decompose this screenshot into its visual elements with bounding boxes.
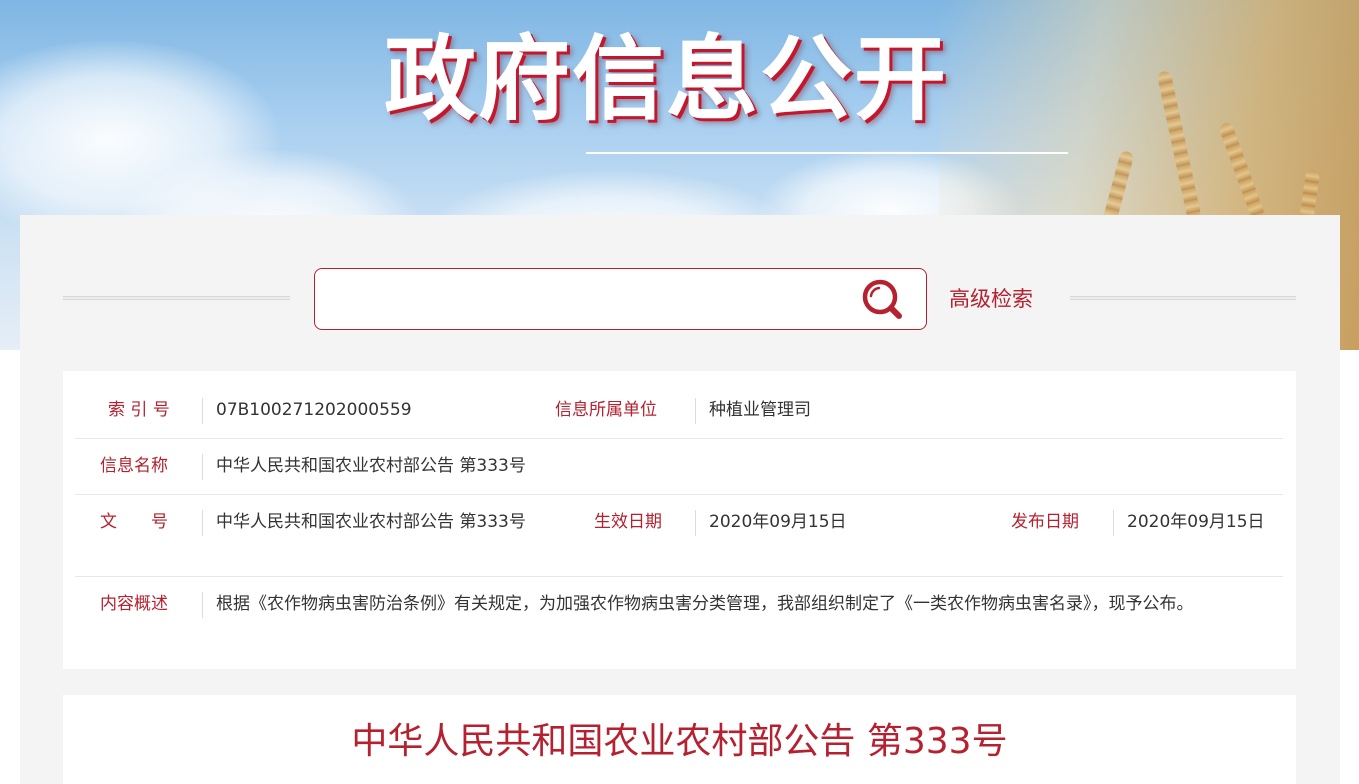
unit-label: 信息所属单位 [555, 400, 657, 420]
column-divider [202, 454, 203, 480]
search-divider-right [1070, 296, 1296, 300]
column-divider [202, 592, 203, 618]
summary-label: 内容概述 [100, 594, 168, 614]
summary-value: 根据《农作物病虫害防治条例》有关规定，为加强农作物病虫害分类管理，我部组织制定了… [216, 594, 1194, 614]
index-value: 07B100271202000559 [216, 400, 412, 420]
column-divider [1113, 510, 1114, 536]
unit-value: 种植业管理司 [709, 400, 811, 420]
search-divider-left [63, 296, 290, 300]
row-divider [75, 494, 1283, 495]
column-divider [695, 398, 696, 424]
effective-date-label: 生效日期 [594, 512, 662, 532]
column-divider [202, 510, 203, 536]
index-label: 索 引 号 [108, 400, 170, 420]
banner-title: 政府信息公开 [384, 26, 949, 133]
column-divider [202, 398, 203, 424]
doc-number-label: 文 号 [100, 512, 168, 532]
row-divider [75, 576, 1283, 577]
article-title: 中华人民共和国农业农村部公告 第333号 [351, 721, 1008, 762]
publish-date-label: 发布日期 [1011, 512, 1079, 532]
search-icon[interactable] [859, 277, 905, 323]
row-divider [75, 438, 1283, 439]
advanced-search-link[interactable]: 高级检索 [949, 284, 1033, 314]
name-value: 中华人民共和国农业农村部公告 第333号 [216, 456, 526, 476]
name-label: 信息名称 [100, 456, 168, 476]
publish-date-value: 2020年09月15日 [1127, 512, 1265, 532]
column-divider [695, 510, 696, 536]
effective-date-value: 2020年09月15日 [709, 512, 847, 532]
doc-number-value: 中华人民共和国农业农村部公告 第333号 [216, 512, 526, 532]
search-input[interactable] [314, 268, 927, 330]
banner-underline [586, 152, 1068, 154]
